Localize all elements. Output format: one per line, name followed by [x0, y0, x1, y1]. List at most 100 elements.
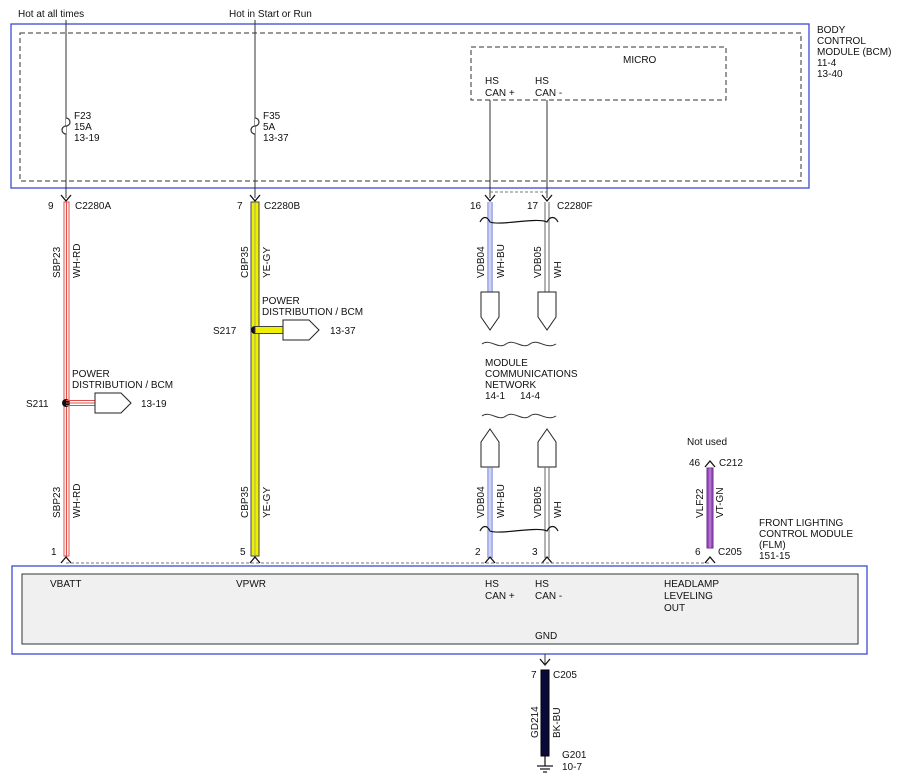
bcm-hs-can-minus-l1: HS [535, 76, 549, 87]
s211-dest-l2: DISTRIBUTION / BCM [72, 380, 173, 391]
wire-sbp23 [63, 201, 70, 557]
c205-gnd-pin: 7 [531, 670, 537, 681]
bcm-hs-can-plus-l2: CAN + [485, 88, 515, 99]
flm-hs-can-plus-l1: HS [485, 579, 499, 590]
can-plus-upper-pointer [480, 291, 500, 331]
flm-hs-can-plus-l2: CAN + [485, 591, 515, 602]
wire-vdb04-lower [487, 467, 493, 558]
vdb04-lower-id: VDB04 [476, 486, 487, 518]
bcm-title-l1: BODY [817, 25, 846, 36]
cbp35-lower-color: YE-GY [262, 487, 273, 518]
flm-title-l3: (FLM) [759, 540, 786, 551]
c2280f-pin16: 16 [470, 201, 482, 212]
wire-vdb04-upper [487, 202, 493, 292]
flm-title-l2: CONTROL MODULE [759, 529, 853, 540]
vlf22-id: VLF22 [695, 488, 706, 518]
s217-dest-l1: POWER [262, 296, 300, 307]
network-label-l3: NETWORK [485, 380, 536, 391]
sbp23-lower-color: WH-RD [72, 484, 83, 518]
c2280b-label: C2280B [264, 201, 300, 212]
c212-pin: 46 [689, 458, 701, 469]
flm-hs-can-minus-l1: HS [535, 579, 549, 590]
wiring-diagram: MICRO HS CAN + HS CAN - BODY CONTROL MOD… [10, 9, 891, 773]
sbp23-lower-id: SBP23 [52, 486, 63, 518]
vdb04-upper-color: WH-BU [496, 244, 507, 278]
c205-pin3-arrow [541, 555, 553, 564]
wire-labels-upper: SBP23 WH-RD CBP35 YE-GY VDB04 WH-BU VDB0… [52, 244, 564, 278]
c205-flm-label: C205 [718, 547, 742, 558]
flm-headlamp-l1: HEADLAMP [664, 579, 719, 590]
bcm-title-l2: CONTROL [817, 36, 866, 47]
vdb04-upper-id: VDB04 [476, 246, 487, 278]
vdb05-lower-color: WH [553, 501, 564, 518]
vdb05-upper-color: WH [553, 261, 564, 278]
s217-label: S217 [213, 326, 237, 337]
can-plus-lower-pointer [480, 428, 500, 468]
s211-label: S211 [26, 399, 49, 410]
cbp35-upper-color: YE-GY [262, 247, 273, 278]
ground-symbol [537, 756, 553, 773]
hot-at-all-times-label: Hot at all times [18, 9, 84, 20]
can-minus-lower-pointer [537, 428, 557, 468]
s217-dest-l2: DISTRIBUTION / BCM [262, 307, 363, 318]
cbp35-lower-id: CBP35 [240, 486, 251, 518]
flm-module-inner [21, 573, 859, 645]
fuse-f35-name: F35 [263, 111, 281, 122]
flm-vpwr-label: VPWR [236, 579, 266, 590]
gd214-id: GD214 [530, 706, 541, 738]
c205-connector-arrows [60, 555, 716, 564]
vlf22-color: VT-GN [715, 487, 726, 518]
s211-ref: 13-19 [141, 399, 167, 410]
c205-pin6-arrow [704, 555, 716, 564]
s217-ref: 13-37 [330, 326, 356, 337]
bcm-title-l4: 11-4 [817, 58, 837, 69]
bcm-hs-can-minus-l2: CAN - [535, 88, 562, 99]
network-ref-2: 14-4 [520, 391, 540, 402]
s211-dest-l1: POWER [72, 369, 110, 380]
fuse-f35-rating: 5A [263, 122, 276, 133]
c2280a-label: C2280A [75, 201, 111, 212]
c205-pin5: 5 [240, 547, 246, 558]
hot-in-start-run-label: Hot in Start or Run [229, 9, 312, 20]
c205-pin6: 6 [695, 547, 701, 558]
c2280f-label: C2280F [557, 201, 593, 212]
bcm-module-box [10, 23, 810, 189]
network-ref-1: 14-1 [485, 391, 505, 402]
flm-headlamp-l3: OUT [664, 603, 685, 614]
splice-s217 [251, 319, 320, 341]
vdb05-upper-id: VDB05 [533, 246, 544, 278]
can-minus-upper-pointer [537, 291, 557, 331]
wire-gd214 [540, 669, 550, 757]
wire-vdb05-upper [544, 202, 550, 292]
c2280b-pin: 7 [237, 201, 243, 212]
cbp35-upper-id: CBP35 [240, 246, 251, 278]
c205-pin2: 2 [475, 547, 481, 558]
fuse-f23-name: F23 [74, 111, 92, 122]
fuse-f23-ref: 13-19 [74, 133, 100, 144]
wire-cbp35 [250, 201, 260, 557]
wire-labels-lower: SBP23 WH-RD CBP35 YE-GY VDB04 WH-BU VDB0… [52, 484, 726, 518]
network-break-upper [481, 341, 557, 347]
network-label-l1: MODULE [485, 358, 528, 369]
c205-pin1: 1 [51, 547, 57, 558]
bcm-hs-can-plus-l1: HS [485, 76, 499, 87]
not-used-label: Not used [687, 437, 727, 448]
fuse-f35-ref: 13-37 [263, 133, 289, 144]
c205-pin3: 3 [532, 547, 538, 558]
splice-s211 [62, 392, 132, 414]
fuse-f23-rating: 15A [74, 122, 92, 133]
wire-vlf22 [706, 467, 714, 549]
flm-title-l4: 151-15 [759, 551, 791, 562]
flm-title: FRONT LIGHTING CONTROL MODULE (FLM) 151-… [759, 518, 853, 562]
network-label-l2: COMMUNICATIONS [485, 369, 578, 380]
flm-hs-can-minus-l2: CAN - [535, 591, 562, 602]
flm-gnd-label: GND [535, 631, 557, 642]
vdb05-lower-id: VDB05 [533, 486, 544, 518]
bcm-title-l5: 13-40 [817, 69, 843, 80]
c205-pin5-arrow [249, 555, 261, 564]
c212-label: C212 [719, 458, 743, 469]
flm-headlamp-l2: LEVELING [664, 591, 713, 602]
bcm-title-l3: MODULE (BCM) [817, 47, 891, 58]
vdb04-lower-color: WH-BU [496, 484, 507, 518]
g201-label: G201 [562, 750, 587, 761]
